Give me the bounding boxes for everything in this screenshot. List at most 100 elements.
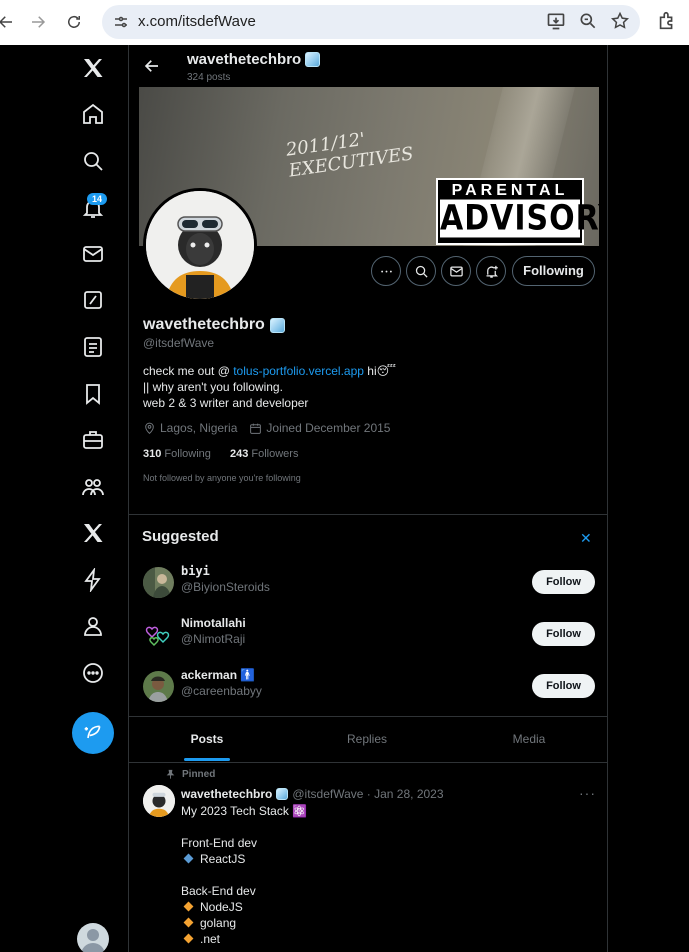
home-icon[interactable] bbox=[80, 101, 106, 127]
list-item: NodeJS bbox=[181, 899, 307, 915]
back-arrow-icon[interactable] bbox=[0, 8, 20, 36]
back-arrow-icon[interactable] bbox=[143, 57, 161, 75]
profile-tabs: Posts Replies Media bbox=[129, 717, 607, 762]
location-pin-icon bbox=[145, 422, 154, 434]
jobs-icon[interactable] bbox=[80, 427, 106, 453]
ice-cube-icon bbox=[305, 52, 321, 67]
pin-icon bbox=[166, 769, 175, 779]
notification-badge: 14 bbox=[87, 193, 108, 205]
lists-icon[interactable] bbox=[80, 334, 106, 360]
suggested-handle: @NimotRaji bbox=[181, 632, 246, 646]
pinned-label: Pinned bbox=[165, 769, 215, 780]
compose-post-button[interactable] bbox=[72, 712, 114, 754]
bookmark-star-icon[interactable] bbox=[610, 11, 630, 31]
post-author-avatar[interactable] bbox=[143, 785, 175, 817]
bell-plus-icon bbox=[486, 265, 498, 278]
divider bbox=[129, 514, 607, 515]
profile-bio: check me out @ tolus-portfolio.vercel.ap… bbox=[143, 364, 396, 410]
blue-diamond-icon bbox=[183, 853, 194, 864]
install-app-icon[interactable] bbox=[546, 11, 566, 31]
tab-posts[interactable]: Posts bbox=[129, 717, 285, 762]
location-text: Lagos, Nigeria bbox=[160, 421, 238, 435]
suggested-user[interactable]: biyi @BiyionSteroids Follow bbox=[129, 562, 607, 602]
notify-button[interactable] bbox=[476, 256, 506, 286]
parental-advisory-logo: PARENTAL ADVISORY bbox=[436, 178, 599, 245]
suggested-name: ackerman 🚹 bbox=[181, 668, 256, 682]
following-button[interactable]: Following bbox=[512, 256, 595, 286]
premium-icon[interactable] bbox=[80, 520, 106, 546]
profile-icon[interactable] bbox=[80, 613, 106, 639]
search-profile-button[interactable] bbox=[406, 256, 436, 286]
follow-button[interactable]: Follow bbox=[532, 570, 595, 594]
calendar-icon bbox=[250, 423, 262, 434]
bio-link[interactable]: tolus-portfolio.vercel.app bbox=[233, 364, 364, 378]
avatar-figure bbox=[146, 191, 254, 299]
active-tab-indicator bbox=[184, 758, 230, 761]
profile-column: wavethetechbro 324 posts 2011/12' EXECUT… bbox=[128, 45, 608, 952]
suggested-title: Suggested bbox=[142, 528, 219, 545]
messages-icon[interactable] bbox=[80, 241, 106, 267]
extensions-icon[interactable] bbox=[656, 10, 678, 32]
followers-count-link[interactable]: 243 Followers bbox=[230, 448, 299, 460]
profile-name: wavethetechbro bbox=[143, 316, 285, 334]
orange-diamond-icon bbox=[183, 917, 194, 928]
list-item: golang bbox=[181, 915, 307, 931]
site-settings-icon[interactable] bbox=[112, 13, 130, 31]
avatar bbox=[143, 671, 174, 702]
post-more-icon[interactable]: ··· bbox=[579, 785, 596, 801]
address-bar[interactable]: x.com/itsdefWave bbox=[102, 5, 640, 39]
reload-icon[interactable] bbox=[60, 8, 88, 36]
browser-toolbar: x.com/itsdefWave bbox=[0, 0, 689, 45]
suggested-user[interactable]: ackerman 🚹 @careenbabyy Follow bbox=[129, 666, 607, 706]
suggested-handle: @BiyionSteroids bbox=[181, 580, 270, 594]
list-item: .net bbox=[181, 931, 307, 947]
profile-handle: @itsdefWave bbox=[143, 336, 215, 350]
follow-stats: 310 Following 243 Followers bbox=[143, 448, 298, 460]
communities-icon[interactable] bbox=[80, 474, 106, 500]
more-icon[interactable] bbox=[80, 660, 106, 686]
following-count-link[interactable]: 310 Following bbox=[143, 448, 211, 460]
verified-orgs-icon[interactable] bbox=[80, 567, 106, 593]
post-header: wavethetechbro @itsdefWave · Jan 28, 202… bbox=[181, 787, 444, 801]
url-text[interactable]: x.com/itsdefWave bbox=[138, 13, 256, 30]
left-navigation: 14 bbox=[0, 45, 128, 952]
feather-icon bbox=[84, 725, 101, 739]
orange-diamond-icon bbox=[183, 901, 194, 912]
grok-icon[interactable] bbox=[80, 287, 106, 313]
right-empty-area bbox=[608, 45, 689, 952]
avatar bbox=[143, 619, 174, 650]
post-author-name[interactable]: wavethetechbro bbox=[181, 787, 272, 801]
profile-meta: Lagos, Nigeria Joined December 2015 bbox=[143, 421, 390, 435]
follow-button[interactable]: Follow bbox=[532, 622, 595, 646]
account-avatar[interactable] bbox=[77, 923, 109, 952]
header-name: wavethetechbro bbox=[187, 51, 321, 68]
post-count: 324 posts bbox=[187, 72, 231, 83]
forward-arrow-icon[interactable] bbox=[24, 8, 52, 36]
envelope-icon bbox=[449, 266, 463, 276]
orange-diamond-icon bbox=[183, 933, 194, 944]
x-logo-icon[interactable] bbox=[80, 55, 106, 81]
ice-cube-icon bbox=[276, 788, 289, 800]
bookmarks-icon[interactable] bbox=[80, 381, 106, 407]
joined-text: Joined December 2015 bbox=[266, 421, 391, 435]
suggested-handle: @careenbabyy bbox=[181, 684, 262, 698]
avatar bbox=[143, 567, 174, 598]
search-icon bbox=[415, 265, 428, 278]
post-text: My 2023 Tech Stack ⚛️ Front-End dev Reac… bbox=[181, 804, 308, 947]
divider bbox=[129, 762, 607, 763]
tab-replies[interactable]: Replies bbox=[289, 717, 445, 762]
follow-button[interactable]: Follow bbox=[532, 674, 595, 698]
list-item: ReactJS bbox=[181, 851, 307, 867]
tab-media[interactable]: Media bbox=[451, 717, 607, 762]
close-suggested-icon[interactable]: ✕ bbox=[580, 530, 592, 547]
ice-cube-icon bbox=[269, 317, 285, 333]
search-icon[interactable] bbox=[80, 148, 106, 174]
suggested-user[interactable]: Nimotallahi @NimotRaji Follow bbox=[129, 614, 607, 654]
profile-avatar[interactable] bbox=[143, 188, 257, 302]
ellipsis-icon bbox=[380, 270, 392, 272]
message-button[interactable] bbox=[441, 256, 471, 286]
suggested-name: biyi bbox=[181, 564, 210, 578]
more-options-button[interactable] bbox=[371, 256, 401, 286]
zoom-icon[interactable] bbox=[578, 11, 598, 31]
post-handle-date[interactable]: @itsdefWave · Jan 28, 2023 bbox=[292, 787, 443, 801]
